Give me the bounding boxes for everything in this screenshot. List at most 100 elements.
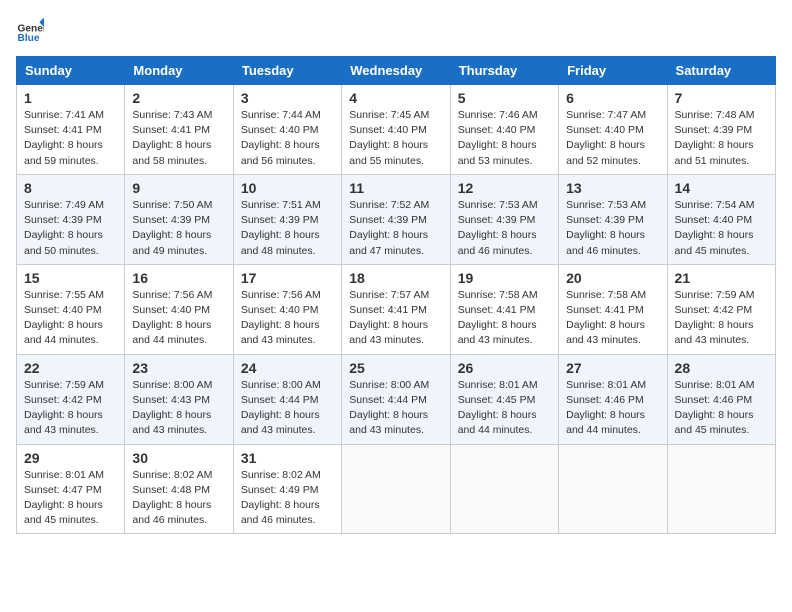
calendar-cell: 25 Sunrise: 8:00 AM Sunset: 4:44 PM Dayl… bbox=[342, 354, 450, 444]
cell-info: Sunrise: 7:46 AM Sunset: 4:40 PM Dayligh… bbox=[458, 108, 551, 169]
page-header: General Blue bbox=[16, 16, 776, 44]
day-header-friday: Friday bbox=[559, 57, 667, 85]
cell-info: Sunrise: 7:48 AM Sunset: 4:39 PM Dayligh… bbox=[675, 108, 768, 169]
calendar-cell: 14 Sunrise: 7:54 AM Sunset: 4:40 PM Dayl… bbox=[667, 174, 775, 264]
cell-info: Sunrise: 7:47 AM Sunset: 4:40 PM Dayligh… bbox=[566, 108, 659, 169]
day-number: 24 bbox=[241, 360, 334, 376]
day-number: 20 bbox=[566, 270, 659, 286]
calendar-cell: 19 Sunrise: 7:58 AM Sunset: 4:41 PM Dayl… bbox=[450, 264, 558, 354]
calendar-cell bbox=[559, 444, 667, 534]
day-header-saturday: Saturday bbox=[667, 57, 775, 85]
day-number: 18 bbox=[349, 270, 442, 286]
calendar-cell: 30 Sunrise: 8:02 AM Sunset: 4:48 PM Dayl… bbox=[125, 444, 233, 534]
calendar-cell: 6 Sunrise: 7:47 AM Sunset: 4:40 PM Dayli… bbox=[559, 85, 667, 175]
cell-info: Sunrise: 7:58 AM Sunset: 4:41 PM Dayligh… bbox=[566, 288, 659, 349]
day-number: 31 bbox=[241, 450, 334, 466]
calendar-cell: 20 Sunrise: 7:58 AM Sunset: 4:41 PM Dayl… bbox=[559, 264, 667, 354]
calendar-cell: 10 Sunrise: 7:51 AM Sunset: 4:39 PM Dayl… bbox=[233, 174, 341, 264]
day-number: 7 bbox=[675, 90, 768, 106]
calendar-cell: 3 Sunrise: 7:44 AM Sunset: 4:40 PM Dayli… bbox=[233, 85, 341, 175]
calendar-cell: 29 Sunrise: 8:01 AM Sunset: 4:47 PM Dayl… bbox=[17, 444, 125, 534]
calendar-header-row: SundayMondayTuesdayWednesdayThursdayFrid… bbox=[17, 57, 776, 85]
day-header-sunday: Sunday bbox=[17, 57, 125, 85]
day-number: 5 bbox=[458, 90, 551, 106]
day-header-monday: Monday bbox=[125, 57, 233, 85]
calendar-cell bbox=[450, 444, 558, 534]
cell-info: Sunrise: 8:01 AM Sunset: 4:46 PM Dayligh… bbox=[675, 378, 768, 439]
calendar-cell: 2 Sunrise: 7:43 AM Sunset: 4:41 PM Dayli… bbox=[125, 85, 233, 175]
cell-info: Sunrise: 7:41 AM Sunset: 4:41 PM Dayligh… bbox=[24, 108, 117, 169]
day-number: 15 bbox=[24, 270, 117, 286]
logo: General Blue bbox=[16, 16, 48, 44]
calendar-week-1: 1 Sunrise: 7:41 AM Sunset: 4:41 PM Dayli… bbox=[17, 85, 776, 175]
day-number: 28 bbox=[675, 360, 768, 376]
day-number: 13 bbox=[566, 180, 659, 196]
calendar-cell: 12 Sunrise: 7:53 AM Sunset: 4:39 PM Dayl… bbox=[450, 174, 558, 264]
cell-info: Sunrise: 7:54 AM Sunset: 4:40 PM Dayligh… bbox=[675, 198, 768, 259]
cell-info: Sunrise: 7:43 AM Sunset: 4:41 PM Dayligh… bbox=[132, 108, 225, 169]
cell-info: Sunrise: 7:51 AM Sunset: 4:39 PM Dayligh… bbox=[241, 198, 334, 259]
day-number: 30 bbox=[132, 450, 225, 466]
cell-info: Sunrise: 8:00 AM Sunset: 4:44 PM Dayligh… bbox=[241, 378, 334, 439]
calendar-cell: 15 Sunrise: 7:55 AM Sunset: 4:40 PM Dayl… bbox=[17, 264, 125, 354]
cell-info: Sunrise: 8:02 AM Sunset: 4:48 PM Dayligh… bbox=[132, 468, 225, 529]
calendar-cell bbox=[342, 444, 450, 534]
cell-info: Sunrise: 7:59 AM Sunset: 4:42 PM Dayligh… bbox=[24, 378, 117, 439]
day-number: 26 bbox=[458, 360, 551, 376]
day-number: 2 bbox=[132, 90, 225, 106]
cell-info: Sunrise: 7:56 AM Sunset: 4:40 PM Dayligh… bbox=[132, 288, 225, 349]
calendar-cell: 26 Sunrise: 8:01 AM Sunset: 4:45 PM Dayl… bbox=[450, 354, 558, 444]
day-header-tuesday: Tuesday bbox=[233, 57, 341, 85]
day-number: 17 bbox=[241, 270, 334, 286]
day-header-thursday: Thursday bbox=[450, 57, 558, 85]
day-number: 1 bbox=[24, 90, 117, 106]
calendar-week-3: 15 Sunrise: 7:55 AM Sunset: 4:40 PM Dayl… bbox=[17, 264, 776, 354]
cell-info: Sunrise: 7:57 AM Sunset: 4:41 PM Dayligh… bbox=[349, 288, 442, 349]
day-number: 3 bbox=[241, 90, 334, 106]
calendar-cell: 11 Sunrise: 7:52 AM Sunset: 4:39 PM Dayl… bbox=[342, 174, 450, 264]
day-header-wednesday: Wednesday bbox=[342, 57, 450, 85]
calendar-cell: 1 Sunrise: 7:41 AM Sunset: 4:41 PM Dayli… bbox=[17, 85, 125, 175]
cell-info: Sunrise: 7:58 AM Sunset: 4:41 PM Dayligh… bbox=[458, 288, 551, 349]
day-number: 16 bbox=[132, 270, 225, 286]
day-number: 8 bbox=[24, 180, 117, 196]
calendar-cell bbox=[667, 444, 775, 534]
day-number: 25 bbox=[349, 360, 442, 376]
svg-text:Blue: Blue bbox=[18, 33, 40, 44]
cell-info: Sunrise: 8:01 AM Sunset: 4:46 PM Dayligh… bbox=[566, 378, 659, 439]
calendar-cell: 5 Sunrise: 7:46 AM Sunset: 4:40 PM Dayli… bbox=[450, 85, 558, 175]
day-number: 21 bbox=[675, 270, 768, 286]
day-number: 10 bbox=[241, 180, 334, 196]
calendar-cell: 22 Sunrise: 7:59 AM Sunset: 4:42 PM Dayl… bbox=[17, 354, 125, 444]
calendar-cell: 4 Sunrise: 7:45 AM Sunset: 4:40 PM Dayli… bbox=[342, 85, 450, 175]
calendar-table: SundayMondayTuesdayWednesdayThursdayFrid… bbox=[16, 56, 776, 534]
calendar-cell: 16 Sunrise: 7:56 AM Sunset: 4:40 PM Dayl… bbox=[125, 264, 233, 354]
day-number: 22 bbox=[24, 360, 117, 376]
cell-info: Sunrise: 7:52 AM Sunset: 4:39 PM Dayligh… bbox=[349, 198, 442, 259]
calendar-cell: 8 Sunrise: 7:49 AM Sunset: 4:39 PM Dayli… bbox=[17, 174, 125, 264]
calendar-cell: 27 Sunrise: 8:01 AM Sunset: 4:46 PM Dayl… bbox=[559, 354, 667, 444]
calendar-cell: 21 Sunrise: 7:59 AM Sunset: 4:42 PM Dayl… bbox=[667, 264, 775, 354]
calendar-cell: 18 Sunrise: 7:57 AM Sunset: 4:41 PM Dayl… bbox=[342, 264, 450, 354]
cell-info: Sunrise: 7:56 AM Sunset: 4:40 PM Dayligh… bbox=[241, 288, 334, 349]
cell-info: Sunrise: 7:59 AM Sunset: 4:42 PM Dayligh… bbox=[675, 288, 768, 349]
calendar-week-2: 8 Sunrise: 7:49 AM Sunset: 4:39 PM Dayli… bbox=[17, 174, 776, 264]
cell-info: Sunrise: 7:45 AM Sunset: 4:40 PM Dayligh… bbox=[349, 108, 442, 169]
day-number: 14 bbox=[675, 180, 768, 196]
day-number: 29 bbox=[24, 450, 117, 466]
cell-info: Sunrise: 7:44 AM Sunset: 4:40 PM Dayligh… bbox=[241, 108, 334, 169]
cell-info: Sunrise: 7:49 AM Sunset: 4:39 PM Dayligh… bbox=[24, 198, 117, 259]
calendar-cell: 17 Sunrise: 7:56 AM Sunset: 4:40 PM Dayl… bbox=[233, 264, 341, 354]
day-number: 27 bbox=[566, 360, 659, 376]
day-number: 23 bbox=[132, 360, 225, 376]
calendar-cell: 7 Sunrise: 7:48 AM Sunset: 4:39 PM Dayli… bbox=[667, 85, 775, 175]
calendar-week-5: 29 Sunrise: 8:01 AM Sunset: 4:47 PM Dayl… bbox=[17, 444, 776, 534]
day-number: 11 bbox=[349, 180, 442, 196]
day-number: 9 bbox=[132, 180, 225, 196]
cell-info: Sunrise: 8:02 AM Sunset: 4:49 PM Dayligh… bbox=[241, 468, 334, 529]
calendar-week-4: 22 Sunrise: 7:59 AM Sunset: 4:42 PM Dayl… bbox=[17, 354, 776, 444]
cell-info: Sunrise: 8:00 AM Sunset: 4:44 PM Dayligh… bbox=[349, 378, 442, 439]
calendar-cell: 23 Sunrise: 8:00 AM Sunset: 4:43 PM Dayl… bbox=[125, 354, 233, 444]
day-number: 12 bbox=[458, 180, 551, 196]
cell-info: Sunrise: 8:00 AM Sunset: 4:43 PM Dayligh… bbox=[132, 378, 225, 439]
